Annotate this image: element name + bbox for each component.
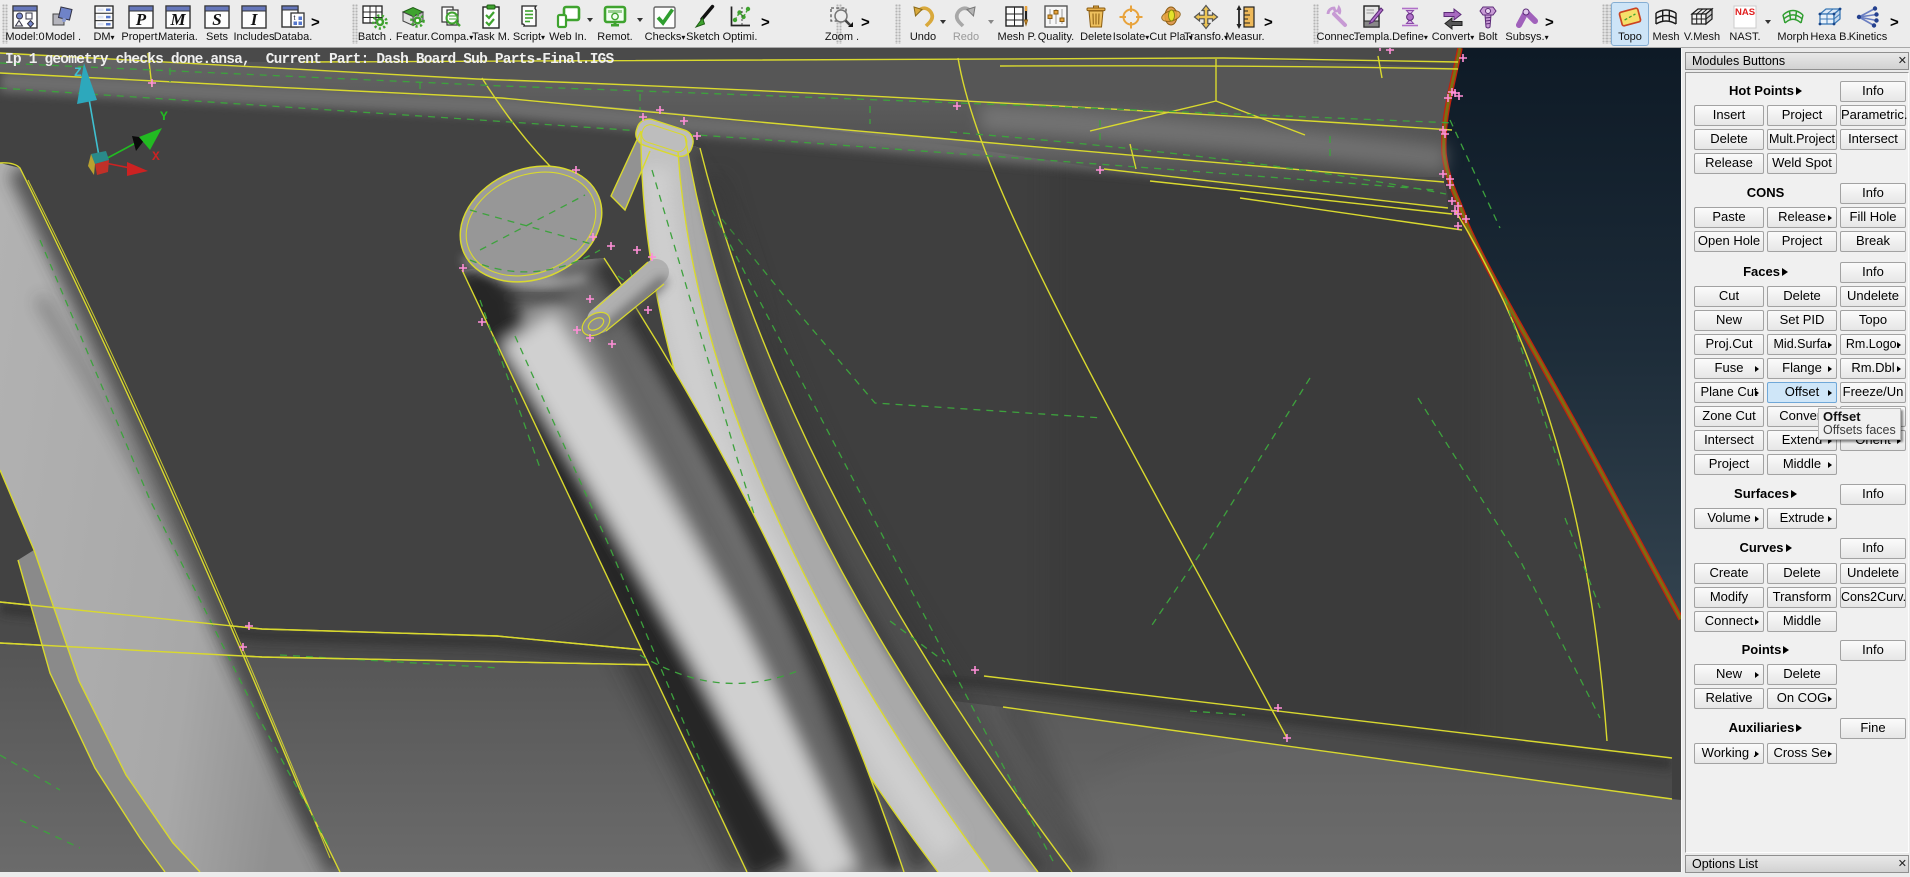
- svg-text:M: M: [169, 10, 186, 29]
- svg-text:Y: Y: [160, 109, 168, 124]
- svg-text:S: S: [212, 10, 221, 29]
- svg-text:X: X: [152, 149, 160, 164]
- svg-text:P: P: [135, 10, 147, 29]
- svg-text:NAS: NAS: [1735, 7, 1755, 18]
- svg-text:t: t: [294, 15, 296, 22]
